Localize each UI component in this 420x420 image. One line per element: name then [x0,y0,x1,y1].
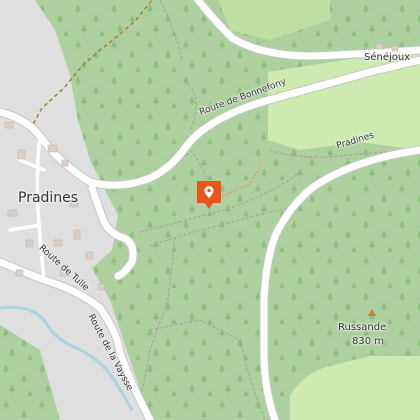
hamlet-label: Sénéjoux [364,52,411,63]
map-layer [0,0,420,420]
peak-elevation-label: 830 m [352,336,385,347]
peak-name-label: Russande [338,322,387,333]
town-label: Pradines [18,190,79,206]
marker-graphic [197,181,221,209]
location-pin-icon[interactable] [196,180,222,210]
map-canvas[interactable]: Pradines Sénéjoux Pradines Route de Bonn… [0,0,420,420]
